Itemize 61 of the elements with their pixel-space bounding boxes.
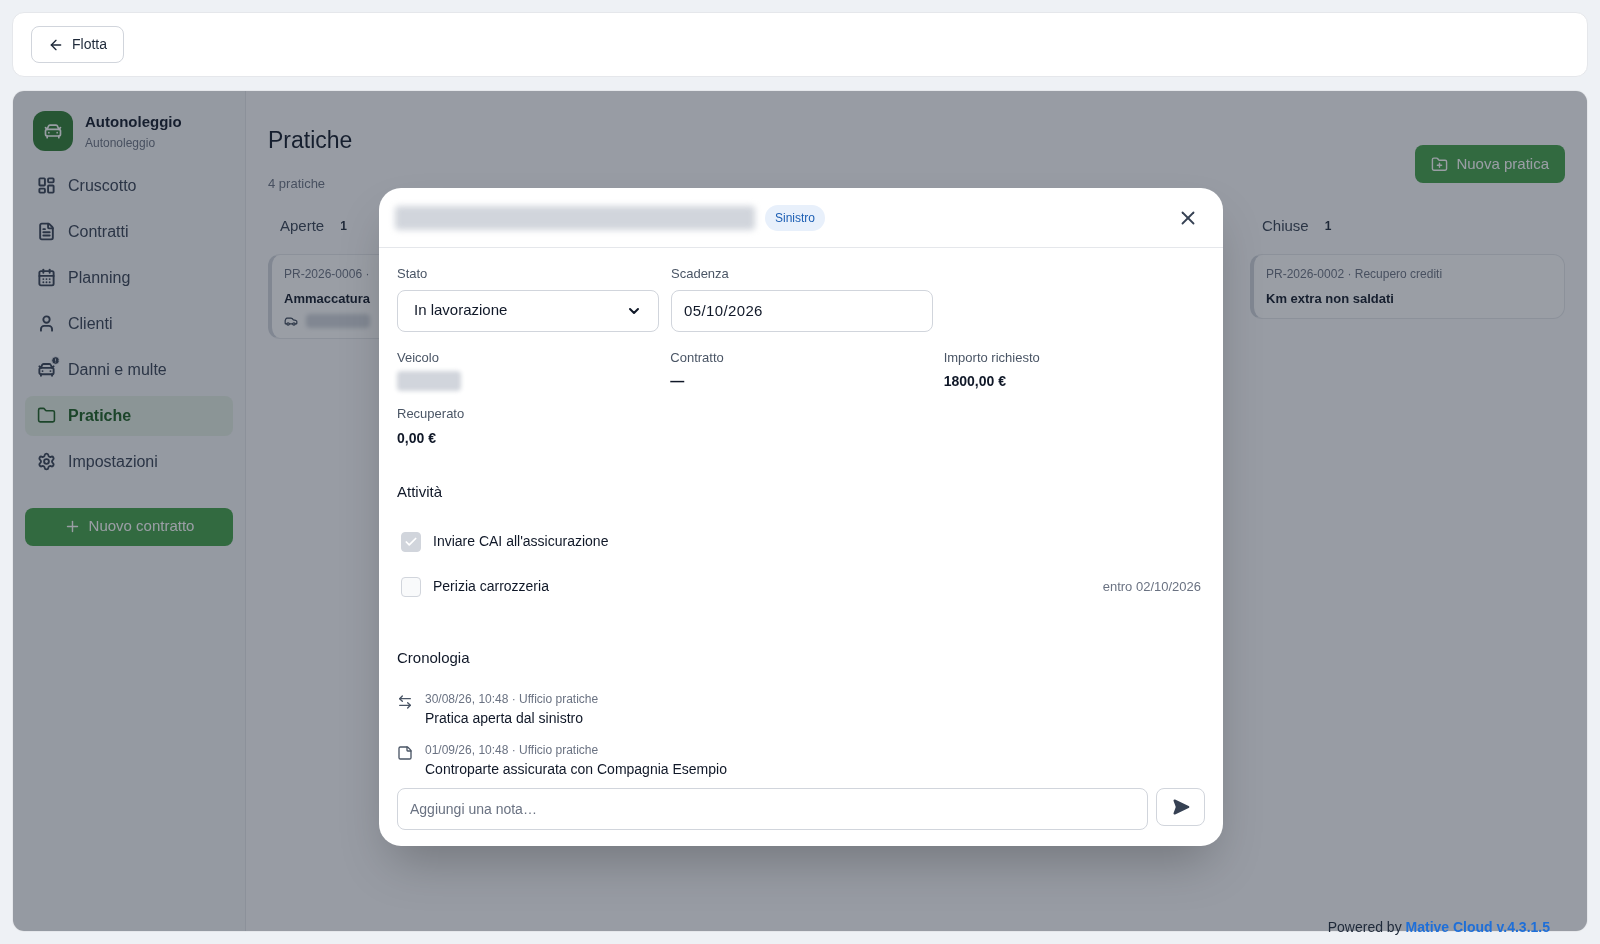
page-title: Pratiche (268, 126, 353, 155)
event-text: Controparte assicurata con Compagnia Esempio (425, 759, 727, 779)
status-select[interactable]: In lavorazione (397, 289, 659, 332)
detail-label: Recuperato (397, 405, 466, 423)
redacted-text (397, 371, 461, 391)
redacted-text (306, 314, 370, 328)
task-checkbox[interactable] (401, 576, 421, 597)
sidebar-item[interactable]: Cruscotto (25, 165, 233, 206)
task-checkbox[interactable] (401, 531, 421, 552)
case-title: Ammaccatura (284, 289, 370, 308)
sidebar-item[interactable]: Contratti (25, 211, 233, 252)
powered-by-text: Powered by Mative Cloud v.4.3.1.5 (1327, 918, 1550, 937)
section-title: Cronologia (397, 648, 471, 668)
column-count: 1 (1324, 218, 1332, 236)
field-label: Scadenza (671, 265, 730, 283)
folder-plus-icon (1431, 155, 1449, 173)
detail-label: Importo richiesto (943, 348, 1041, 367)
new-case-button[interactable]: Nuova pratica (1415, 145, 1565, 183)
field-label: Stato (397, 265, 429, 283)
detail-value: — (670, 372, 686, 391)
column-title: Aperte (280, 216, 325, 236)
folder-icon (37, 406, 56, 425)
app-name: Autonoleggio (85, 112, 182, 132)
event-meta: 01/09/26, 10:48 · Ufficio pratiche (425, 741, 600, 759)
task-label: Inviare CAI all'assicurazione (433, 532, 609, 551)
sidebar-item[interactable]: Clienti (25, 303, 233, 344)
app-subtitle: Autonoleggio (85, 134, 157, 152)
case-reference: PR-2026-0006 · (284, 265, 370, 283)
new-contract-button[interactable]: Nuovo contratto (25, 507, 233, 546)
note-icon (397, 744, 413, 761)
detail-label: Contratto (670, 348, 725, 367)
detail-value: 0,00 € (397, 428, 437, 448)
case-type-badge: Sinistro (765, 204, 825, 231)
dashboard-icon (37, 176, 56, 195)
detail-label: Veicolo (397, 348, 440, 367)
person-icon (37, 314, 56, 333)
sidebar-item[interactable]: Impostazioni (25, 441, 233, 482)
date-field[interactable]: 05/10/2026 (671, 289, 933, 332)
document-icon (37, 222, 56, 241)
send-button[interactable] (1156, 787, 1205, 826)
section-title: Attività (397, 481, 443, 502)
app-logo-icon (33, 111, 73, 152)
sidebar-item[interactable]: Pratiche (25, 395, 233, 436)
task-due-date: entro 02/10/2026 (1102, 577, 1201, 596)
case-reference: PR-2026-0002 · Recupero crediti (1266, 265, 1443, 283)
calendar-icon (37, 268, 56, 287)
column-count: 1 (340, 218, 347, 236)
event-meta: 30/08/26, 10:48 · Ufficio pratiche (425, 690, 599, 708)
note-input-field[interactable]: Aggiungi una nota… (397, 787, 1148, 830)
task-label: Perizia carrozzeria (433, 577, 549, 596)
send-icon (1171, 797, 1190, 816)
case-title: Km extra non saldati (1266, 289, 1394, 308)
event-text: Pratica aperta dal sinistro (425, 708, 584, 728)
sidebar-item[interactable]: Planning (25, 257, 233, 298)
column-title: Chiuse (1262, 216, 1309, 236)
detail-value: 1800,00 € (943, 372, 1007, 391)
case-card[interactable]: PR-2026-0002 · Recupero crediti Km extra non saldati (1250, 253, 1565, 319)
page-count: 4 pratiche (268, 174, 327, 193)
swap-arrows-icon (397, 693, 413, 710)
settings-icon (37, 452, 56, 471)
back-button[interactable]: Flotta (31, 26, 124, 63)
